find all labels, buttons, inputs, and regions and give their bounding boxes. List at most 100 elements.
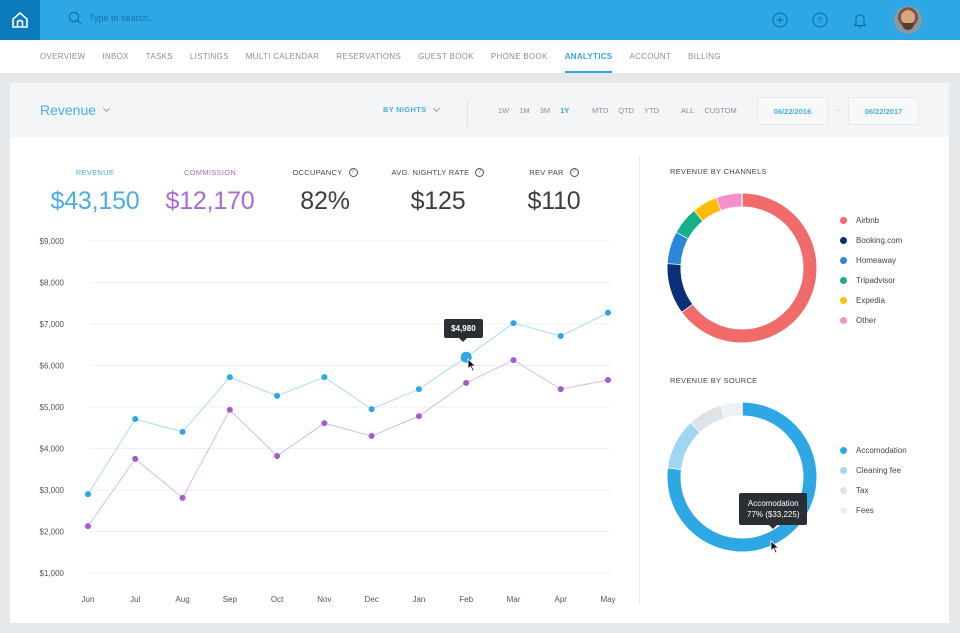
legend-item[interactable]: Tripadvisor: [840, 270, 902, 290]
range-1w[interactable]: 1W: [498, 106, 509, 115]
date-to-field[interactable]: 06/22/2017: [848, 97, 919, 125]
range-mtd[interactable]: MTD: [592, 106, 608, 115]
panel-header: Revenue BY NIGHTS 1W 1M 3M 1Y MTD QTD YT…: [10, 83, 949, 137]
kpi-label: REV PAR: [529, 167, 564, 177]
kpi-value: $43,150: [50, 187, 140, 215]
range-all[interactable]: ALL: [681, 106, 694, 115]
notifications-button[interactable]: [852, 12, 868, 28]
data-point-commission[interactable]: [85, 523, 91, 530]
legend-item[interactable]: Tax: [840, 480, 907, 500]
data-point-revenue[interactable]: [557, 333, 564, 340]
donut-slice-tripadvisor[interactable]: [676, 210, 704, 239]
donut-slice-fees[interactable]: [721, 402, 743, 418]
data-point-commission[interactable]: [226, 406, 233, 413]
data-point-commission[interactable]: [415, 413, 422, 420]
donut-slice-homeaway[interactable]: [667, 232, 689, 265]
data-point-revenue[interactable]: [510, 320, 517, 327]
donut-slice-tax[interactable]: [691, 405, 726, 433]
range-1m[interactable]: 1M: [519, 106, 529, 115]
kpi-rev-par: REV PAR? $110: [505, 167, 603, 216]
donut-slice-cleaning-fee[interactable]: [668, 422, 701, 470]
metric-title: Revenue: [40, 102, 97, 118]
home-logo-button[interactable]: [0, 0, 40, 40]
legend-item[interactable]: Accomodation: [840, 440, 907, 460]
nav-phone-book[interactable]: Phone Book: [491, 40, 548, 73]
main-nav: Overview Inbox Tasks Listings Multi Cale…: [0, 40, 960, 74]
data-point-revenue[interactable]: [226, 374, 233, 381]
help-button[interactable]: ?: [812, 12, 828, 28]
help-circle-icon: ?: [812, 12, 828, 28]
range-custom[interactable]: CUSTOM: [704, 106, 736, 115]
legend-item[interactable]: Booking.com: [840, 230, 902, 250]
nav-listings[interactable]: Listings: [190, 40, 229, 73]
legend-item[interactable]: Other: [840, 310, 902, 330]
data-point-revenue[interactable]: [321, 374, 328, 381]
data-point-commission[interactable]: [463, 379, 470, 386]
data-point-commission[interactable]: [179, 494, 186, 501]
plus-circle-icon: [772, 12, 788, 28]
search-input[interactable]: [89, 13, 289, 23]
legend-item[interactable]: Expedia: [840, 290, 902, 310]
data-point-commission[interactable]: [557, 386, 564, 393]
kpi-label-row: REV PAR?: [505, 167, 603, 177]
donut-slice-expedia[interactable]: [694, 197, 722, 221]
kpi-label-row: AVG. NIGHTLY RATE?: [378, 167, 498, 177]
x-tick-label: Sep: [223, 595, 238, 604]
donut-slice-booking-com[interactable]: [667, 263, 693, 312]
metric-dropdown[interactable]: Revenue: [40, 102, 111, 118]
data-point-revenue[interactable]: [368, 406, 375, 413]
channels-legend: Airbnb Booking.com Homeaway Tripadvisor Expe…: [840, 210, 902, 330]
help-icon[interactable]: ?: [569, 167, 579, 177]
channels-donut-chart: [667, 193, 817, 343]
range-group-all: ALL CUSTOM: [681, 106, 747, 115]
data-point-commission[interactable]: [132, 455, 139, 462]
user-avatar[interactable]: [894, 6, 922, 34]
legend-label: Tax: [856, 485, 869, 495]
range-1y[interactable]: 1Y: [560, 106, 569, 115]
data-point-commission[interactable]: [274, 452, 281, 459]
help-icon[interactable]: ?: [475, 167, 485, 177]
help-icon[interactable]: ?: [348, 167, 358, 177]
data-point-commission[interactable]: [368, 433, 375, 440]
legend-item[interactable]: Cleaning fee: [840, 460, 907, 480]
nav-tasks[interactable]: Tasks: [146, 40, 173, 73]
y-tick-label: $8,000: [40, 279, 65, 288]
y-tick-label: $2,000: [40, 528, 65, 537]
data-point-commission[interactable]: [321, 420, 328, 427]
legend-item[interactable]: Homeaway: [840, 250, 902, 270]
data-point-revenue[interactable]: [132, 416, 139, 423]
data-point-commission[interactable]: [510, 357, 517, 364]
range-3m[interactable]: 3M: [540, 106, 550, 115]
data-point-revenue[interactable]: [605, 309, 611, 316]
data-point-revenue[interactable]: [415, 386, 422, 393]
nav-multi-calendar[interactable]: Multi Calendar: [246, 40, 319, 73]
kpi-label: AVG. NIGHTLY RATE: [391, 167, 470, 177]
donut-slice-airbnb[interactable]: [681, 193, 817, 343]
data-point-revenue[interactable]: [274, 392, 281, 399]
range-qtd[interactable]: QTD: [618, 106, 634, 115]
add-button[interactable]: [772, 12, 788, 28]
nav-reservations[interactable]: Reservations: [336, 40, 401, 73]
legend-dot-icon: [840, 506, 847, 514]
nav-billing[interactable]: Billing: [688, 40, 721, 73]
legend-item[interactable]: Airbnb: [840, 210, 902, 230]
by-nights-dropdown[interactable]: BY NIGHTS: [383, 104, 441, 114]
series-line-commission: [87, 359, 609, 527]
chevron-down-icon: [433, 104, 441, 112]
range-ytd[interactable]: YTD: [644, 106, 659, 115]
nav-analytics[interactable]: Analytics: [564, 40, 613, 73]
nav-account[interactable]: Account: [629, 40, 671, 73]
legend-item[interactable]: Fees: [840, 500, 907, 520]
donut-slice-other[interactable]: [716, 193, 743, 211]
nav-guest-book[interactable]: Guest Book: [418, 40, 474, 73]
nav-inbox[interactable]: Inbox: [102, 40, 128, 73]
data-point-revenue[interactable]: [179, 428, 186, 435]
point-tooltip: $4,980: [444, 319, 483, 343]
search-icon: [68, 11, 82, 25]
data-point-revenue[interactable]: [85, 491, 91, 498]
data-point-commission[interactable]: [605, 377, 611, 384]
nav-overview[interactable]: Overview: [40, 40, 85, 73]
legend-dot-icon: [840, 466, 847, 474]
range-group-short: 1W 1M 3M 1Y: [498, 106, 579, 115]
date-from-field[interactable]: 06/22/2016: [757, 97, 828, 125]
